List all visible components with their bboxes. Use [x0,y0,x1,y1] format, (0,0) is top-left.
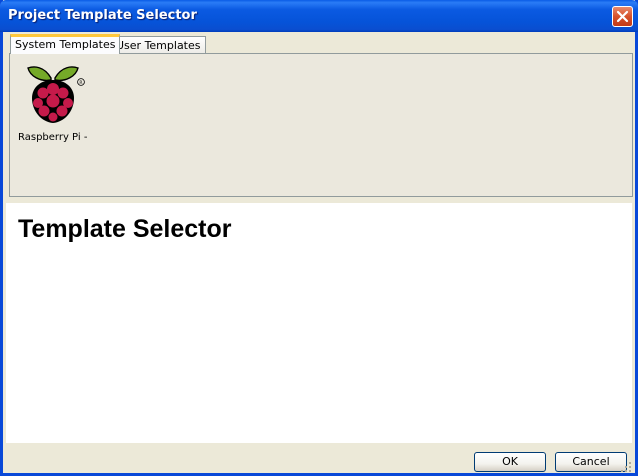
template-tabs: System Templates User Templates R Raspbe… [6,32,633,200]
button-bar: OK Cancel [6,443,632,473]
templates-panel: R Raspberry Pi - [9,53,633,197]
close-button[interactable] [612,6,633,27]
cancel-button[interactable]: Cancel [555,452,627,472]
ok-button[interactable]: OK [474,452,546,472]
template-item-raspberry-pi[interactable]: R Raspberry Pi - [16,60,96,150]
template-description-area: Template Selector [6,203,632,443]
window-title: Project Template Selector [8,8,197,23]
template-label: Raspberry Pi - [18,132,88,143]
title-bar[interactable]: Project Template Selector [0,0,638,32]
tab-system-templates[interactable]: System Templates [10,34,121,54]
resize-grip-icon[interactable] [620,461,632,473]
content-heading: Template Selector [18,215,232,243]
svg-text:R: R [79,80,82,86]
close-icon [616,10,629,23]
tab-user-templates[interactable]: User Templates [111,36,206,54]
dialog-window: Project Template Selector System Templat… [0,0,638,476]
raspberry-pi-logo-icon: R [27,66,85,123]
